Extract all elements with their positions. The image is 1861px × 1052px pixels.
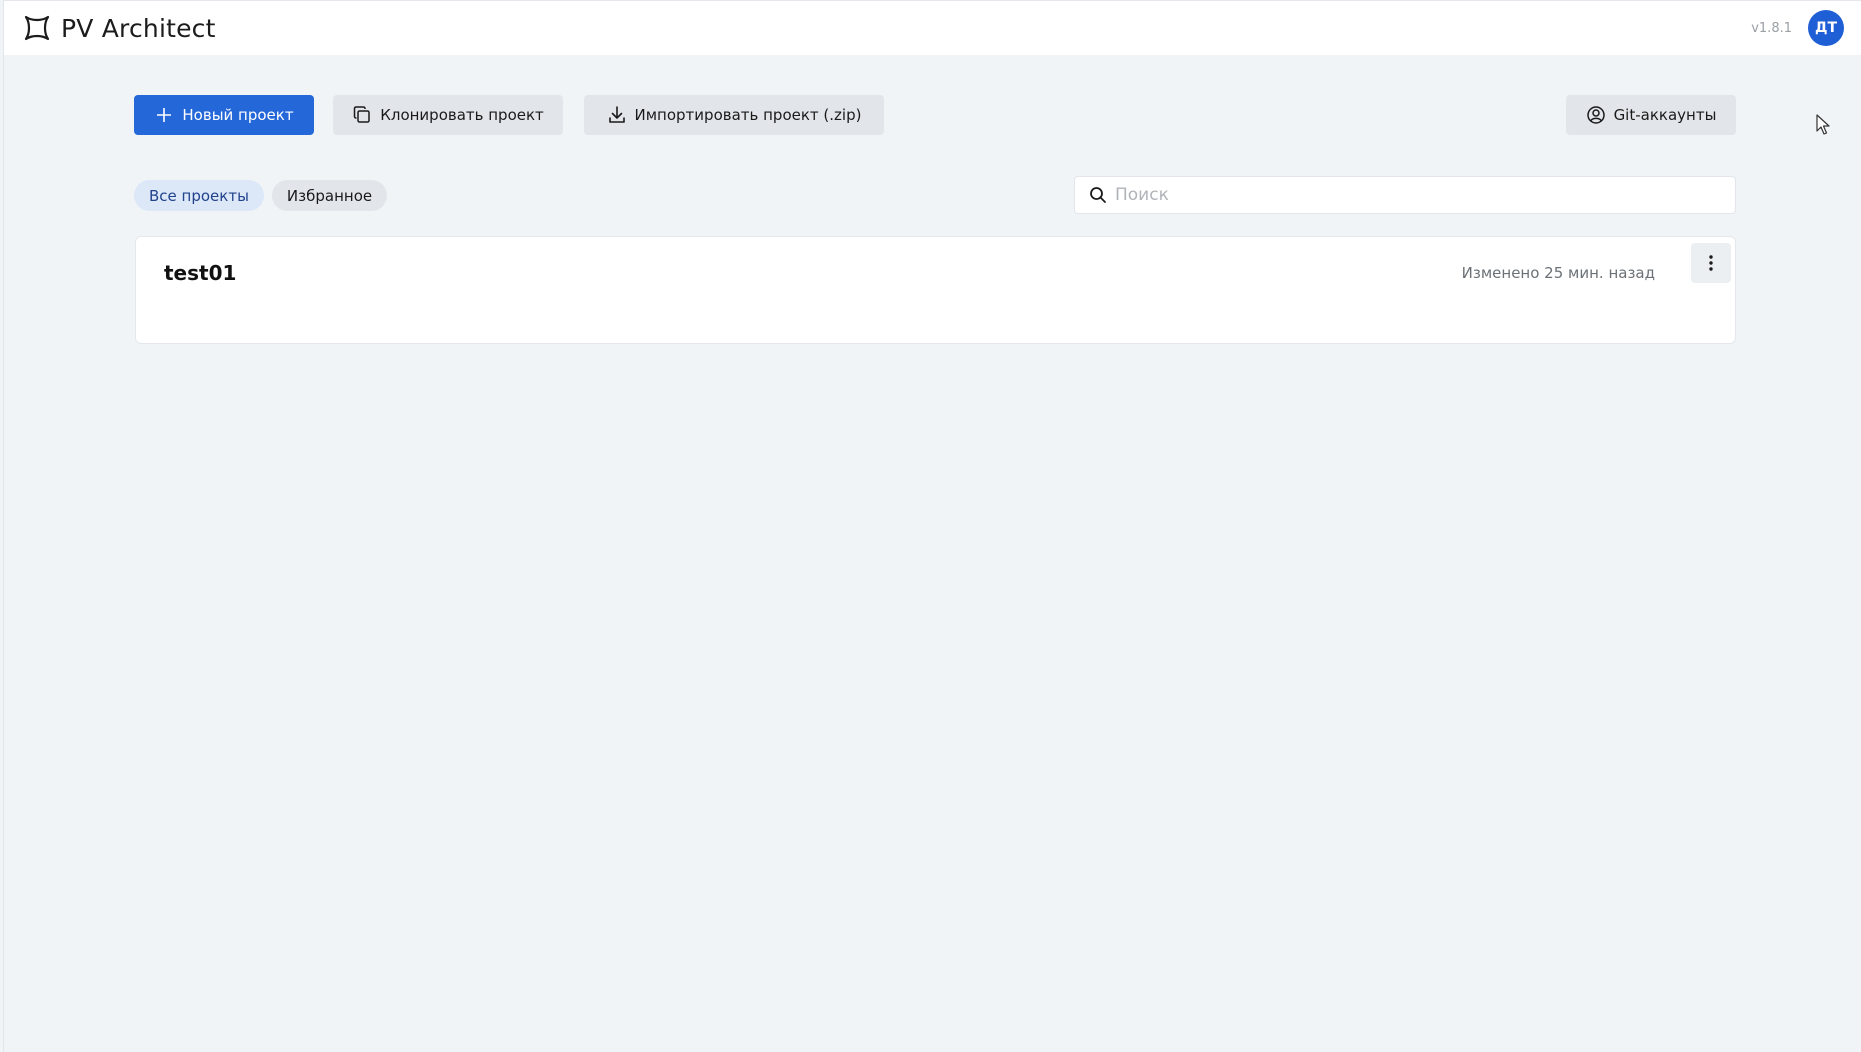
new-project-button[interactable]: Новый проект <box>134 95 314 135</box>
new-project-label: Новый проект <box>182 106 294 124</box>
project-more-button[interactable] <box>1691 243 1731 283</box>
search-icon <box>1090 187 1106 203</box>
search-input[interactable] <box>1115 185 1735 205</box>
puzzle-frame-icon <box>24 15 50 41</box>
user-circle-icon <box>1586 106 1605 124</box>
git-accounts-button[interactable]: Git-аккаунты <box>1566 95 1736 135</box>
plus-icon <box>157 108 172 122</box>
toolbar: Новый проект Клонировать проект Импортир… <box>134 95 1736 135</box>
mouse-cursor-icon <box>1816 114 1830 135</box>
project-modified-time: Изменено 25 мин. назад <box>1461 264 1655 282</box>
header-right: v1.8.1 ДТ <box>1751 10 1844 46</box>
clone-project-label: Клонировать проект <box>380 106 544 124</box>
user-avatar[interactable]: ДТ <box>1808 10 1844 46</box>
git-accounts-label: Git-аккаунты <box>1613 106 1717 124</box>
logo[interactable]: PV Architect <box>22 13 216 43</box>
import-project-label: Импортировать проект (.zip) <box>634 106 862 124</box>
search-box <box>1074 176 1736 214</box>
clone-project-button[interactable]: Клонировать проект <box>333 95 563 135</box>
app-window: PV Architect v1.8.1 ДТ Новый проект Клон… <box>3 0 1861 1052</box>
tab-all-projects[interactable]: Все проекты <box>134 180 264 211</box>
download-icon <box>608 106 625 123</box>
version-label: v1.8.1 <box>1751 20 1792 36</box>
project-name[interactable]: test01 <box>164 261 236 285</box>
import-project-button[interactable]: Импортировать проект (.zip) <box>584 95 884 135</box>
tab-favorites[interactable]: Избранное <box>271 180 388 211</box>
app-title: PV Architect <box>61 13 216 43</box>
more-vertical-icon <box>1709 255 1713 271</box>
project-card[interactable]: test01 Изменено 25 мин. назад <box>135 236 1736 344</box>
project-filter-tabs: Все проекты Избранное <box>134 180 395 211</box>
copy-icon <box>353 106 370 123</box>
header-bar: PV Architect v1.8.1 ДТ <box>4 0 1861 55</box>
